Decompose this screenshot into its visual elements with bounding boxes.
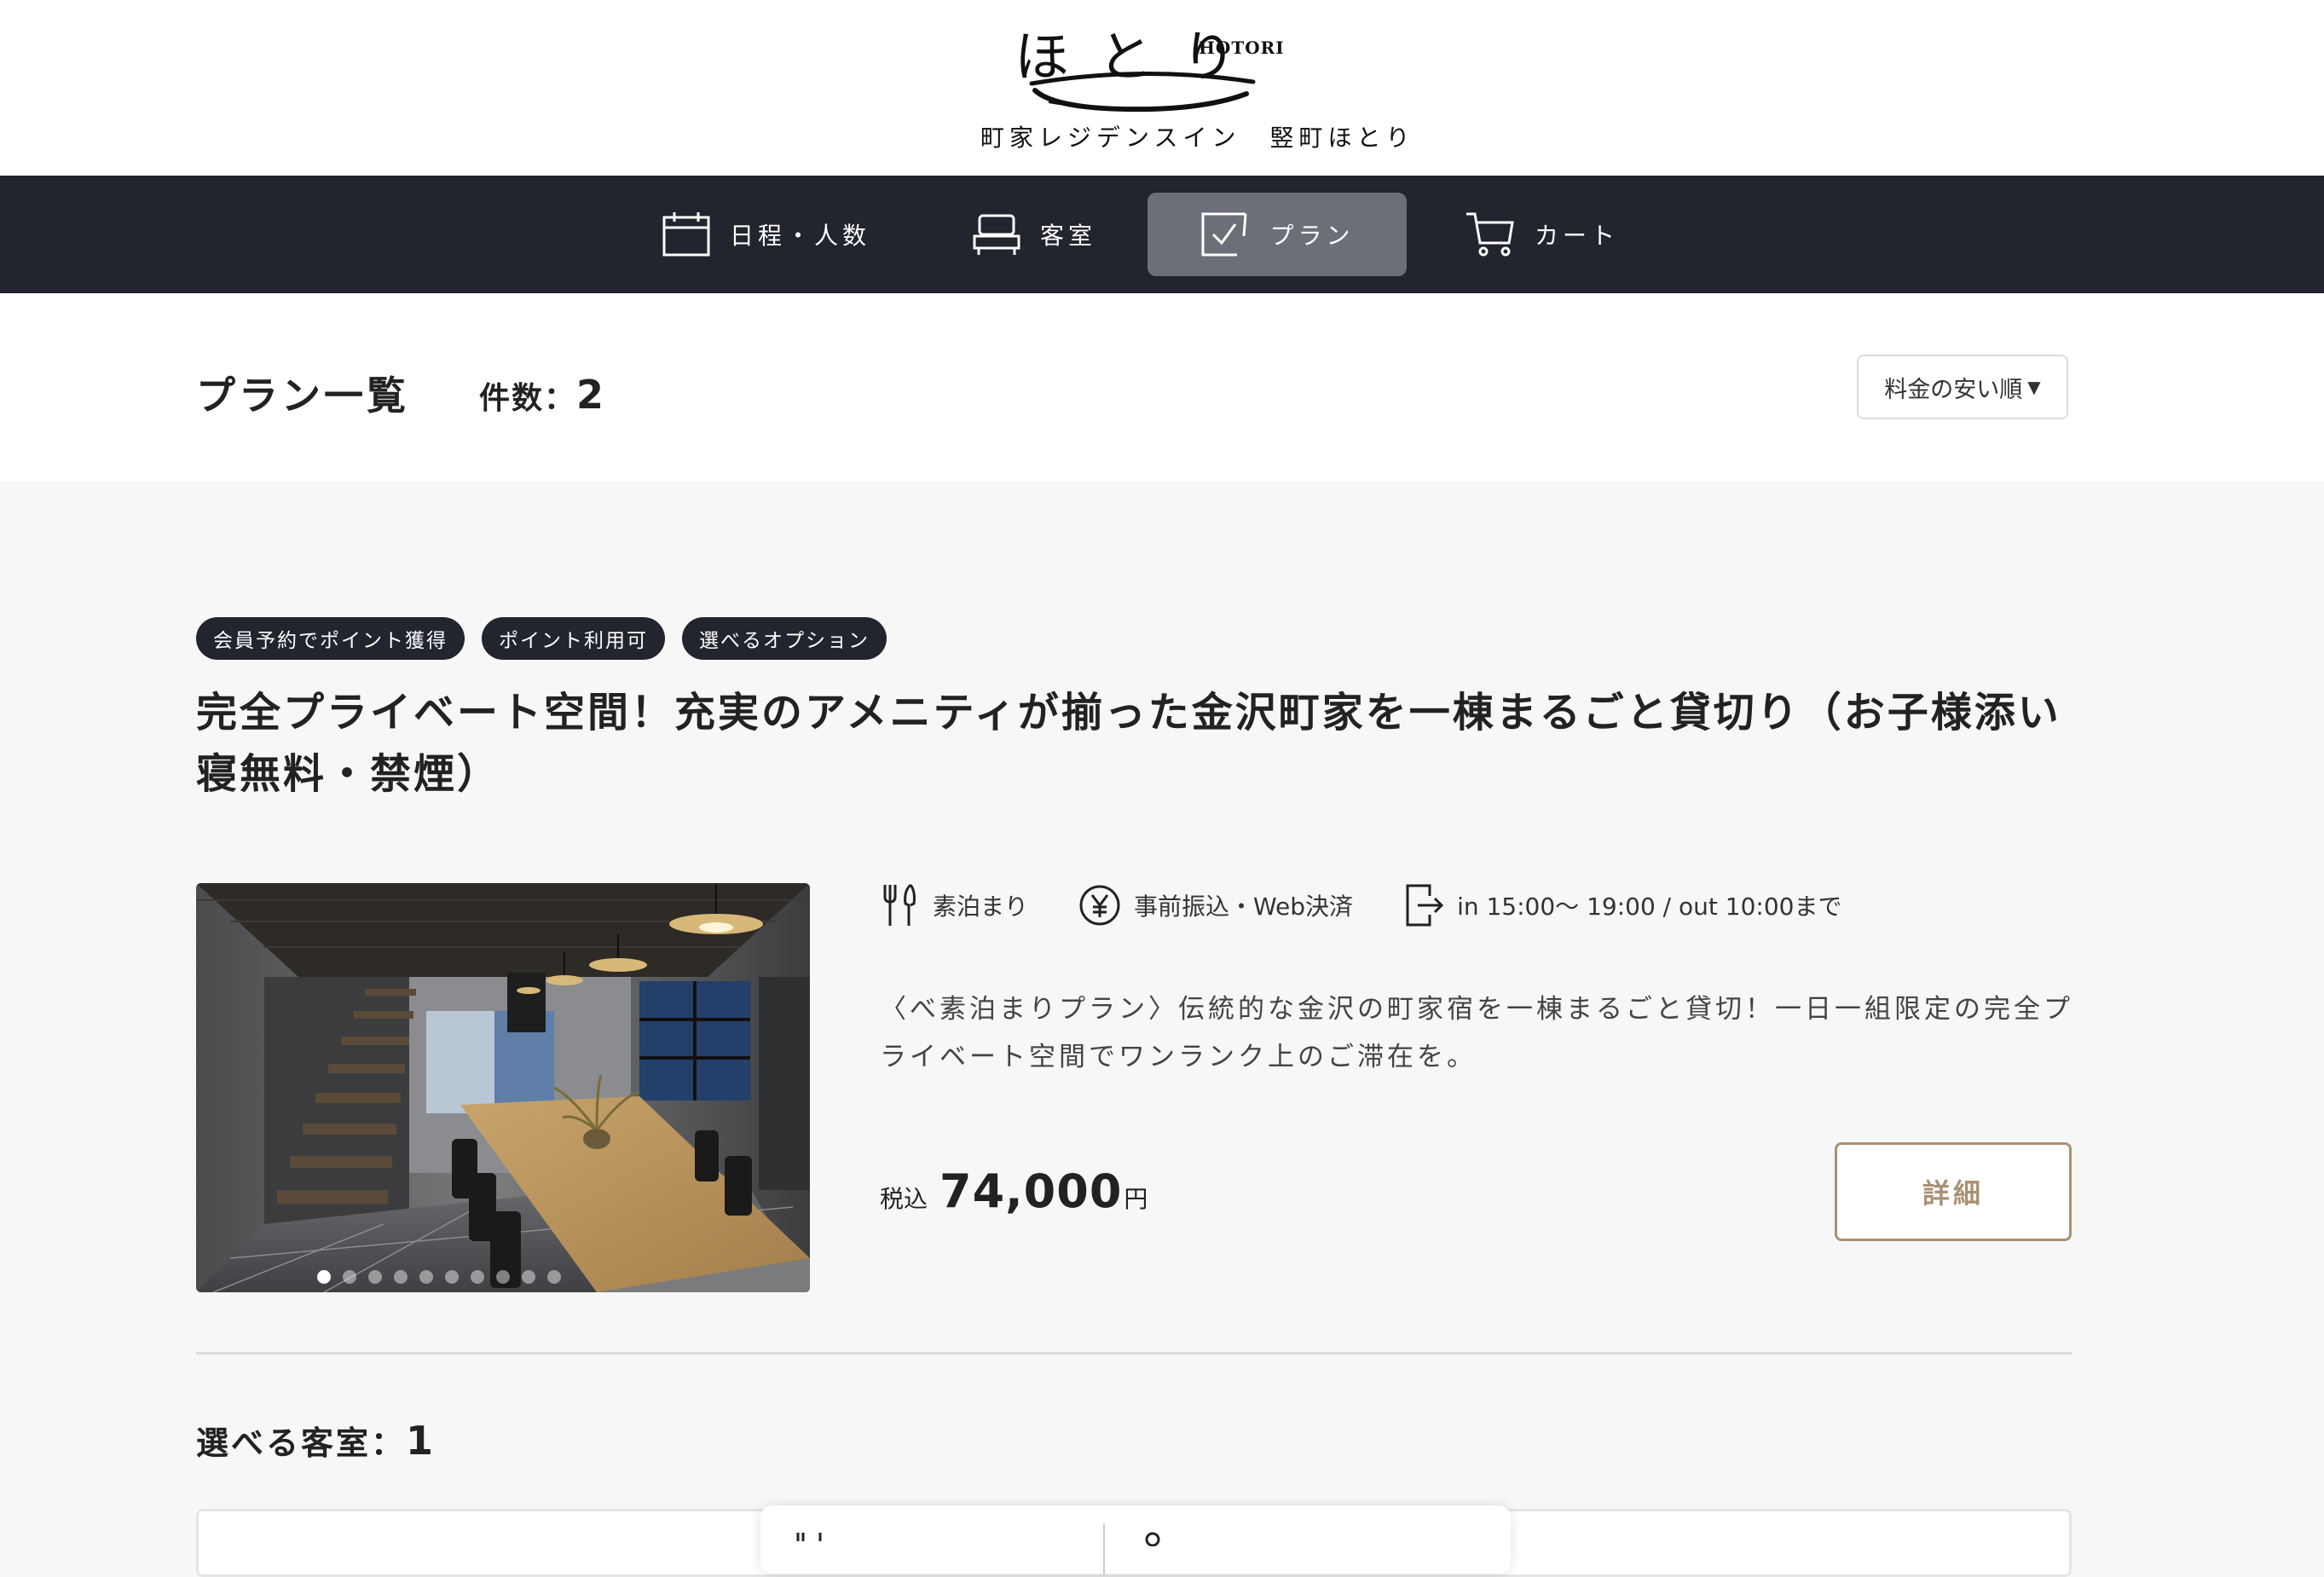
carousel-dot[interactable] [343, 1270, 356, 1284]
plan-description: 〈べ素泊まりプラン〉伝統的な金沢の町家宿を一棟まるごと貸切！一日一組限定の完全プ… [880, 994, 2073, 1072]
fork-knife-icon [796, 1533, 822, 1541]
logo-swoosh-icon [1029, 71, 1256, 113]
site-header: ほとり HOTORI 町家レジデンスイン 竪町ほとり [0, 0, 2324, 176]
nav-rooms-label: 客室 [1040, 222, 1097, 250]
section-divider [196, 1352, 2072, 1355]
tag-points-usable: ポイント利用可 [482, 617, 665, 660]
checklist-icon [1201, 212, 1247, 257]
detail-button[interactable]: 詳細 [1835, 1142, 2072, 1241]
carousel-dot[interactable] [419, 1270, 433, 1284]
hotel-name: 町家レジデンスイン 竪町ほとり [980, 124, 1415, 152]
plan-price: 税込 74,000 円 [880, 1164, 1148, 1218]
plan-tags: 会員予約でポイント獲得 ポイント利用可 選べるオプション [196, 617, 887, 660]
price-tax-label: 税込 [880, 1185, 928, 1213]
nav-dates-label: 日程・人数 [730, 222, 871, 250]
door-exit-icon [1406, 884, 1444, 927]
price-unit: 円 [1124, 1185, 1148, 1213]
sort-select[interactable]: 料金の安い順 ▼ [1857, 355, 2068, 419]
logo-roman-text: HOTORI [1199, 38, 1285, 58]
nav-cart[interactable]: カート [1465, 193, 1619, 276]
person-icon [1145, 1532, 1160, 1546]
plan-meta: 素泊まり 事前振込・Web決済 in 15:00〜 19:00 / out 10… [880, 883, 1891, 927]
caret-down-icon: ▼ [2027, 377, 2041, 397]
checkin-text: in 15:00〜 19:00 / out 10:00まで [1457, 892, 1842, 921]
yen-coin-icon [1079, 885, 1120, 926]
cart-icon [1466, 212, 1514, 257]
payment-info: 事前振込・Web決済 [1078, 883, 1353, 927]
plan-list-header: プラン一覧 件数：2 料金の安い順 ▼ [0, 293, 2324, 482]
nav-rooms[interactable]: 客室 [972, 193, 1096, 276]
carousel-dot[interactable] [368, 1270, 382, 1284]
carousel-dot[interactable] [317, 1270, 331, 1284]
selectable-rooms-label: 選べる客室： [196, 1424, 407, 1462]
payment-text: 事前振込・Web決済 [1134, 892, 1354, 921]
carousel-dot[interactable] [547, 1270, 561, 1284]
fork-knife-icon [883, 883, 916, 926]
tag-member-points: 会員予約でポイント獲得 [196, 617, 465, 660]
floating-action-bar[interactable] [760, 1505, 1511, 1575]
result-count-value: 2 [576, 372, 606, 418]
sort-select-value: 料金の安い順 [1884, 376, 2023, 403]
carousel-dots [196, 1270, 810, 1284]
hotori-logo[interactable]: ほとり HOTORI 町家レジデンスイン 竪町ほとり [980, 9, 1415, 162]
tag-selectable-options: 選べるオプション [682, 617, 887, 660]
meal-text: 素泊まり [933, 892, 1029, 921]
selectable-rooms-heading: 選べる客室：1 [196, 1417, 436, 1464]
carousel-dot[interactable] [394, 1270, 408, 1284]
carousel-dot[interactable] [471, 1270, 484, 1284]
selectable-rooms-count: 1 [406, 1418, 436, 1464]
booking-steps-nav: 日程・人数 客室 プラン カート [0, 176, 2324, 293]
carousel-dot[interactable] [522, 1270, 535, 1284]
plan-title[interactable]: 完全プライベート空間！充実のアメニティが揃った金沢町家を一棟まるごと貸切り（お子… [196, 682, 2072, 805]
page-title: プラン一覧 [196, 373, 409, 419]
nav-plans-label: プラン [1269, 222, 1355, 250]
meal-info: 素泊まり [880, 883, 1028, 927]
nav-dates-guests[interactable]: 日程・人数 [662, 193, 870, 276]
nav-cart-label: カート [1535, 222, 1620, 250]
nav-plans[interactable]: プラン [1148, 193, 1407, 276]
carousel-dot[interactable] [496, 1270, 510, 1284]
room-interior-photo [196, 883, 810, 1292]
result-count-label: 件数： [479, 380, 577, 416]
result-count: 件数：2 [479, 372, 605, 418]
floating-bar-separator [1103, 1524, 1105, 1575]
price-amount: 74,000 [939, 1164, 1123, 1218]
sofa-icon [973, 214, 1020, 255]
carousel-dot[interactable] [445, 1270, 459, 1284]
plan-photo-carousel[interactable] [196, 883, 810, 1292]
calendar-icon [662, 212, 710, 257]
checkin-info: in 15:00〜 19:00 / out 10:00まで [1402, 882, 1841, 928]
